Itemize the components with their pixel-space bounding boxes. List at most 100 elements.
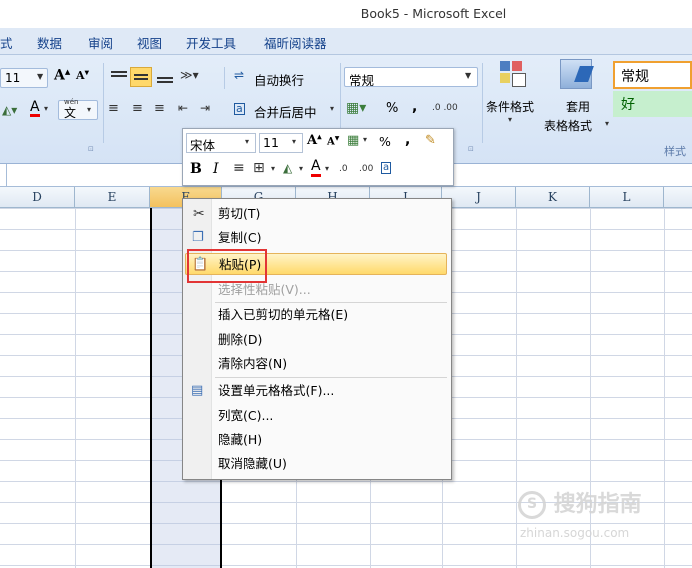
mini-format-painter-icon[interactable]: ✎ [425, 133, 436, 148]
menu-item-label: 隐藏(H) [218, 432, 263, 447]
menu-item-format-cells[interactable]: ▤ 设置单元格格式(F)... [185, 380, 447, 402]
chevron-down-icon: ▾ [87, 105, 92, 114]
fill-color-icon[interactable]: ◭▾ [2, 103, 17, 117]
decrease-indent-icon[interactable]: ⇤ [178, 101, 188, 115]
mini-borders-icon[interactable]: ⊞ [253, 160, 265, 176]
chevron-down-icon[interactable]: ▾ [299, 164, 303, 173]
menu-item-unhide[interactable]: 取消隐藏(U) [185, 453, 447, 475]
grid-line [75, 208, 76, 568]
mini-italic-button[interactable]: I [213, 161, 219, 177]
column-header[interactable]: D [0, 187, 75, 207]
chevron-down-icon[interactable]: ▾ [44, 104, 48, 113]
chevron-down-icon[interactable]: ▾ [325, 164, 329, 173]
menu-item-insert-cut-cells[interactable]: 插入已剪切的单元格(E) [185, 304, 447, 326]
font-size-value: 11 [5, 71, 21, 85]
tab-view[interactable]: 视图 [137, 33, 162, 52]
increase-indent-icon[interactable]: ⇥ [200, 101, 210, 115]
tab-formulas[interactable]: 式 [0, 33, 13, 52]
chevron-down-icon[interactable]: ▾ [271, 164, 275, 173]
menu-item-label: 复制(C) [218, 230, 262, 245]
group-divider [224, 67, 225, 89]
chevron-down-icon[interactable]: ▾ [363, 135, 367, 144]
mini-shrink-font-icon[interactable]: A▼ [327, 135, 339, 147]
menu-item-clear-contents[interactable]: 清除内容(N) [185, 353, 447, 375]
merge-center-button[interactable]: 合并后居中 [254, 102, 317, 121]
wrap-text-icon: ⇌ [234, 68, 245, 82]
increase-decimal-icon[interactable]: .0 .00 [432, 103, 458, 113]
table-format-icon [560, 59, 594, 89]
chevron-down-icon[interactable]: ▾ [330, 104, 334, 113]
font-size-select[interactable]: 11 ▼ [0, 68, 48, 88]
dialog-launcher-icon[interactable]: ⊡ [88, 145, 94, 153]
menu-item-paste-special[interactable]: 选择性粘贴(V)... [185, 279, 447, 301]
mini-font-color-icon[interactable]: A [311, 159, 321, 177]
phonetic-button[interactable]: wén 文 ▾ [58, 98, 98, 120]
mini-comma-button[interactable]: , [405, 132, 410, 148]
chevron-down-icon: ▾ [292, 137, 297, 146]
mini-font-name-select[interactable]: 宋体 ▾ [186, 133, 256, 153]
wrap-text-button[interactable]: 自动换行 [254, 70, 304, 89]
orientation-icon[interactable]: ≫▾ [180, 68, 199, 82]
mini-font-name-value: 宋体 [190, 138, 216, 153]
column-header[interactable]: L [590, 187, 664, 207]
tab-data[interactable]: 数据 [37, 33, 62, 52]
chevron-down-icon: ▾ [245, 137, 250, 146]
mini-bold-button[interactable]: B [190, 161, 202, 177]
dialog-launcher-icon[interactable]: ⊡ [468, 145, 474, 153]
menu-item-hide[interactable]: 隐藏(H) [185, 429, 447, 451]
mini-increase-decimal-icon[interactable]: .0 [339, 164, 348, 174]
number-format-select[interactable]: 常规 ▼ [344, 67, 478, 88]
align-left-icon[interactable]: ≡ [108, 101, 119, 116]
style-good-cell[interactable]: 好 [613, 91, 692, 117]
menu-item-label: 清除内容(N) [218, 356, 288, 371]
mini-font-size-value: 11 [263, 135, 279, 150]
align-top-icon[interactable] [108, 67, 130, 87]
mini-grow-font-icon[interactable]: A▲ [307, 133, 322, 148]
mini-align-center-icon[interactable]: ≡ [233, 160, 245, 176]
chevron-down-icon[interactable]: ▾ [605, 119, 609, 128]
styles-group-label: 样式 [664, 145, 686, 158]
align-middle-icon[interactable] [130, 67, 152, 87]
currency-icon[interactable]: ▦▾ [346, 100, 366, 116]
mini-toolbar: 宋体 ▾ 11 ▾ A▲ A▼ ▦ ▾ % , ✎ B I ≡ ⊞ ▾ ◭ ▾ … [182, 128, 454, 186]
menu-separator [215, 302, 447, 303]
align-bottom-icon[interactable] [154, 67, 176, 87]
menu-item-copy[interactable]: ❐ 复制(C) [185, 227, 447, 249]
style-normal-cell[interactable]: 常规 [613, 61, 692, 89]
column-header[interactable]: K [516, 187, 590, 207]
conditional-format-button[interactable]: 条件格式 [486, 98, 534, 115]
tab-review[interactable]: 审阅 [88, 33, 113, 52]
tab-developer[interactable]: 开发工具 [186, 33, 236, 52]
menu-item-label: 插入已剪切的单元格(E) [218, 307, 349, 322]
menu-item-label: 剪切(T) [218, 206, 261, 221]
comma-button[interactable]: , [412, 99, 417, 115]
style-good-label: 好 [621, 97, 635, 113]
menu-item-column-width[interactable]: 列宽(C)... [185, 405, 447, 427]
menu-item-cut[interactable]: ✂ 剪切(T) [185, 203, 447, 225]
font-color-icon[interactable]: A [30, 100, 40, 117]
watermark-circle-icon: S [518, 491, 546, 519]
mini-decrease-decimal-icon[interactable]: .00 [359, 164, 373, 174]
mini-font-size-select[interactable]: 11 ▾ [259, 133, 303, 153]
mini-fill-color-icon[interactable]: ◭ [283, 161, 292, 175]
shrink-font-icon[interactable]: A▼ [76, 69, 89, 82]
number-format-value: 常规 [349, 73, 375, 88]
align-right-icon[interactable]: ≡ [154, 101, 165, 116]
merge-center-icon: a [234, 102, 245, 115]
tab-foxit-reader[interactable]: 福昕阅读器 [264, 33, 327, 52]
column-header[interactable]: E [75, 187, 150, 207]
window-title: Book5 - Microsoft Excel [360, 6, 507, 21]
scissors-icon: ✂ [193, 206, 205, 222]
column-header[interactable]: J [442, 187, 516, 207]
table-format-line1[interactable]: 套用 [566, 98, 590, 115]
grow-font-icon[interactable]: A▲ [54, 67, 70, 84]
percent-button[interactable]: % [386, 101, 398, 116]
table-format-line2[interactable]: 表格格式 [544, 117, 592, 134]
mini-currency-icon[interactable]: ▦ [347, 133, 359, 148]
align-center-icon[interactable]: ≡ [132, 101, 143, 116]
menu-item-delete[interactable]: 删除(D) [185, 329, 447, 351]
chevron-down-icon[interactable]: ▾ [508, 115, 512, 124]
ribbon-tabs: 式 数据 审阅 视图 开发工具 福昕阅读器 [0, 28, 692, 55]
mini-merge-icon[interactable]: a [381, 162, 392, 174]
mini-percent-button[interactable]: % [379, 134, 391, 149]
